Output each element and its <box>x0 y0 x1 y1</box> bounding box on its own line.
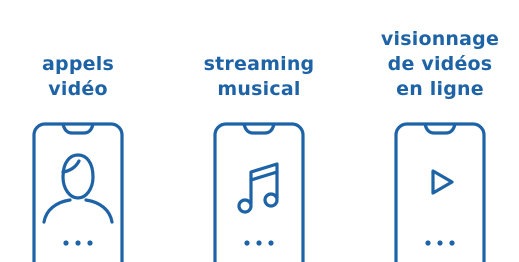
music-note-icon <box>237 162 279 214</box>
feature-label: appels vidéo <box>42 53 114 100</box>
person-icon <box>42 153 114 224</box>
play-icon <box>431 169 454 195</box>
feature-music-streaming: streaming musical <box>184 0 334 262</box>
phone-icon <box>30 122 126 262</box>
menu-dots-icon <box>63 240 93 246</box>
phone-icon <box>211 122 307 262</box>
feature-online-video: visionnage de vidéos en ligne <box>365 0 515 262</box>
feature-label: visionnage de vidéos en ligne <box>380 28 500 100</box>
phone-icon <box>392 122 488 262</box>
feature-video-calls: appels vidéo <box>3 0 153 262</box>
menu-dots-icon <box>425 240 455 246</box>
menu-dots-icon <box>244 240 274 246</box>
feature-label: streaming musical <box>203 53 315 100</box>
